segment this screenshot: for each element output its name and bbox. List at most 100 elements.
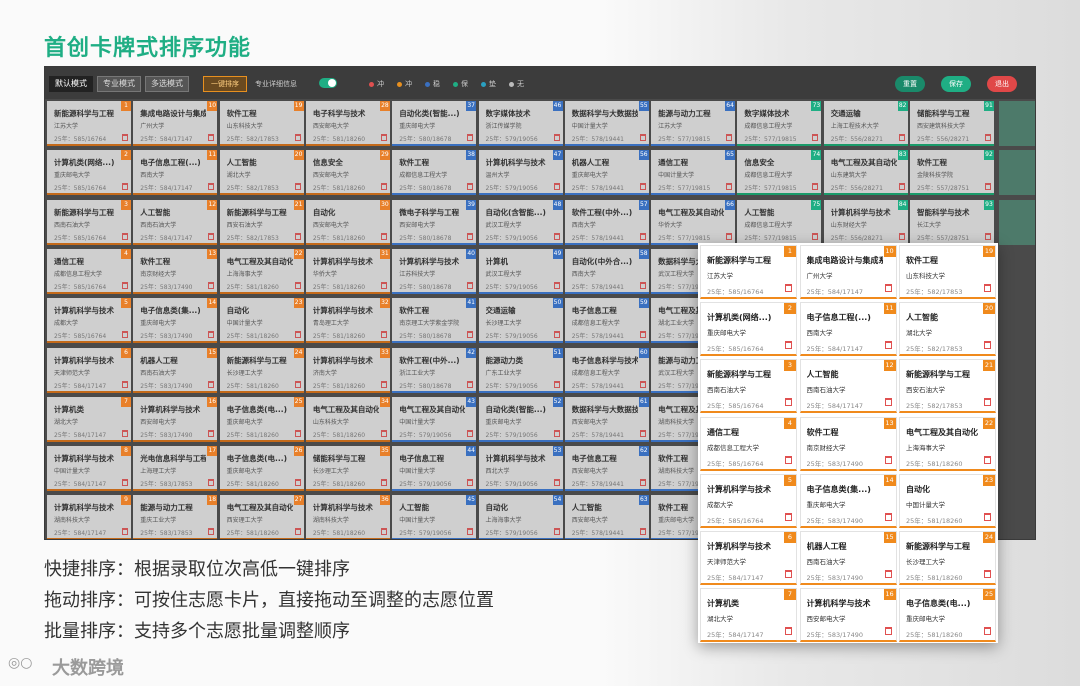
volunteer-card[interactable]: 电气工程及其自动化 山东建筑大学 25年：556/28271 83 [823, 150, 908, 196]
volunteer-card[interactable]: 计算机科学与技术 江苏科技大学 25年：580/18678 40 [392, 248, 477, 294]
trash-icon[interactable] [122, 232, 128, 240]
trash-icon[interactable] [726, 183, 733, 191]
trash-icon[interactable] [984, 455, 991, 464]
volunteer-card[interactable]: 计算机科学与技术 西北大学 25年：579/19056 53 [478, 446, 563, 492]
trash-icon[interactable] [380, 134, 387, 141]
volunteer-card[interactable]: 计算机科学与技术 济南大学 25年：581/18260 33 [305, 347, 390, 393]
trash-icon[interactable] [884, 570, 892, 578]
trash-icon[interactable] [467, 528, 474, 536]
volunteer-card[interactable]: 计算机科学与技术 山东财经大学 25年：556/28271 84 [823, 199, 908, 245]
trash-icon[interactable] [294, 528, 301, 536]
volunteer-card[interactable]: 交通运输 上海工程技术大学 25年：556/28271 82 [823, 101, 908, 146]
volunteer-card[interactable]: 集成电路设计与集成系统广州大学 25年：584/17147 10 [133, 101, 218, 146]
trash-icon[interactable] [122, 528, 128, 536]
volunteer-card[interactable]: 能源与动力工程 江苏大学 25年：577/19815 64 [651, 101, 736, 146]
detail-toggle[interactable] [319, 78, 337, 88]
volunteer-card[interactable]: 电子科学与技术 西安邮电大学 25年：581/18260 28 [305, 101, 390, 146]
volunteer-card[interactable]: 新能源科学与工程 西安石油大学 25年：582/17853 21 [899, 359, 996, 414]
volunteer-card[interactable]: 计算机类 湖北大学 25年：584/17147 7 [700, 588, 797, 643]
trash-icon[interactable] [380, 429, 387, 437]
trash-icon[interactable] [785, 398, 792, 407]
volunteer-card[interactable]: 电气工程及其自动化 上海海事大学 25年：581/18260 22 [219, 248, 304, 294]
volunteer-card[interactable]: 新能源科学与工程 西南石油大学 25年：585/16764 3 [700, 359, 797, 414]
trash-icon[interactable] [294, 232, 301, 240]
volunteer-card[interactable]: 计算机科学与技术 西安邮电大学 25年：583/17490 16 [133, 396, 218, 442]
tab-default-mode[interactable]: 默认模式 [49, 76, 93, 92]
volunteer-card[interactable]: 自动化类(智能...) 重庆邮电大学 25年：579/19056 52 [478, 396, 563, 442]
volunteer-card[interactable]: 软件工程 南京理工大学紫金学院 25年：580/18678 41 [392, 298, 477, 344]
volunteer-card[interactable]: 自动化(含智能...) 武汉工程大学 25年：579/19056 48 [478, 199, 563, 245]
trash-icon[interactable] [208, 232, 215, 240]
volunteer-card[interactable]: 人工智能 西南石油大学 25年：584/17147 12 [133, 199, 218, 245]
volunteer-card[interactable]: 软件工程 山东科技大学 25年：582/17853 19 [219, 101, 304, 146]
trash-icon[interactable] [898, 183, 905, 191]
volunteer-card[interactable]: 电气工程及其自动化 中国计量大学 25年：579/19056 43 [392, 396, 477, 442]
volunteer-card[interactable]: 电子信息类(电...) 重庆邮电大学 25年：581/18260 25 [899, 588, 996, 643]
trash-icon[interactable] [553, 380, 560, 388]
trash-icon[interactable] [553, 134, 560, 141]
volunteer-card[interactable]: 人工智能 西南石油大学 25年：584/17147 12 [799, 359, 897, 414]
trash-icon[interactable] [294, 380, 301, 388]
trash-icon[interactable] [294, 183, 301, 191]
trash-icon[interactable] [208, 331, 215, 339]
volunteer-card[interactable]: 新能源科学与工程 江苏大学 25年：585/16764 1 [47, 101, 131, 146]
volunteer-card[interactable]: 机器人工程 重庆邮电大学 25年：578/19441 56 [564, 150, 649, 196]
trash-icon[interactable] [553, 281, 560, 289]
trash-icon[interactable] [553, 429, 560, 437]
volunteer-card[interactable]: 能源与动力工程 重庆工业大学 25年：583/17853 18 [133, 495, 218, 539]
trash-icon[interactable] [553, 183, 560, 191]
volunteer-card[interactable]: 计算机科学与技术 温州大学 25年：579/19056 47 [478, 150, 563, 196]
trash-icon[interactable] [984, 341, 991, 350]
volunteer-card[interactable]: 软件工程 成都信息工程大学 25年：580/18678 38 [392, 150, 477, 196]
trash-icon[interactable] [208, 134, 215, 141]
volunteer-card[interactable]: 人工智能 中国计量大学 25年：579/19056 45 [392, 495, 477, 539]
trash-icon[interactable] [122, 429, 128, 437]
trash-icon[interactable] [984, 570, 991, 578]
volunteer-card[interactable]: 能源动力类 广东工业大学 25年：579/19056 51 [478, 347, 563, 393]
trash-icon[interactable] [122, 183, 128, 191]
volunteer-card[interactable]: 自动化 中国计量大学 25年：581/18260 23 [219, 298, 304, 344]
trash-icon[interactable] [726, 232, 733, 240]
trash-icon[interactable] [380, 281, 387, 289]
trash-icon[interactable] [553, 331, 560, 339]
trash-icon[interactable] [785, 570, 792, 578]
volunteer-card[interactable]: 集成电路设计与集成系统广州大学 25年：584/17147 10 [799, 245, 897, 299]
volunteer-card[interactable]: 电气工程及其自动化 华侨大学 25年：577/19815 66 [651, 199, 736, 245]
volunteer-card[interactable]: 自动化(中外合...) 西南大学 25年：578/19441 58 [564, 248, 649, 294]
volunteer-card[interactable]: 电子信息类(电...) 重庆邮电大学 25年：581/18260 26 [219, 446, 304, 492]
trash-icon[interactable] [785, 284, 792, 292]
trash-icon[interactable] [985, 134, 991, 141]
trash-icon[interactable] [467, 479, 474, 487]
trash-icon[interactable] [380, 331, 387, 339]
trash-icon[interactable] [639, 429, 646, 437]
trash-icon[interactable] [884, 398, 892, 407]
trash-icon[interactable] [639, 134, 646, 141]
volunteer-card[interactable]: 人工智能 湖北大学 25年：582/17853 20 [899, 302, 996, 357]
trash-icon[interactable] [639, 380, 646, 388]
volunteer-card[interactable]: 电子信息工程 中国计量大学 25年：579/19056 44 [392, 446, 477, 492]
volunteer-card[interactable]: 新能源科学与工程 长沙理工大学 25年：581/18260 24 [899, 531, 996, 585]
trash-icon[interactable] [639, 183, 646, 191]
volunteer-card[interactable]: 智能科学与技术 长江大学 25年：557/28751 93 [910, 199, 994, 245]
trash-icon[interactable] [639, 528, 646, 536]
volunteer-card[interactable]: 人工智能 西安邮电大学 25年：578/19441 63 [564, 495, 649, 539]
volunteer-card[interactable]: 交通运输 长沙理工大学 25年：579/19056 50 [478, 298, 563, 344]
trash-icon[interactable] [380, 380, 387, 388]
trash-icon[interactable] [985, 232, 991, 240]
volunteer-card[interactable]: 自动化 西安邮电大学 25年：581/18260 30 [305, 199, 390, 245]
volunteer-card[interactable]: 数字媒体技术 成都信息工程大学 25年：577/19815 73 [737, 101, 822, 146]
volunteer-card[interactable]: 电子信息工程 西安邮电大学 25年：578/19441 62 [564, 446, 649, 492]
volunteer-card[interactable]: 通信工程 中国计量大学 25年：577/19815 65 [651, 150, 736, 196]
volunteer-card[interactable]: 自动化类(智能...) 重庆邮电大学 25年：580/18678 37 [392, 101, 477, 146]
trash-icon[interactable] [122, 134, 128, 141]
volunteer-card[interactable]: 储能科学与工程 长沙理工大学 25年：581/18260 35 [305, 446, 390, 492]
trash-icon[interactable] [785, 341, 792, 350]
trash-icon[interactable] [884, 512, 892, 521]
volunteer-card[interactable]: 软件工程 南京财经大学 25年：583/17490 13 [133, 248, 218, 294]
trash-icon[interactable] [208, 281, 215, 289]
trash-icon[interactable] [294, 429, 301, 437]
volunteer-card[interactable]: 计算机科学与技术 华侨大学 25年：581/18260 31 [305, 248, 390, 294]
volunteer-card[interactable]: 电子信息类(集...) 重庆邮电大学 25年：583/17490 14 [133, 298, 218, 344]
trash-icon[interactable] [984, 398, 991, 407]
trash-icon[interactable] [785, 455, 792, 464]
